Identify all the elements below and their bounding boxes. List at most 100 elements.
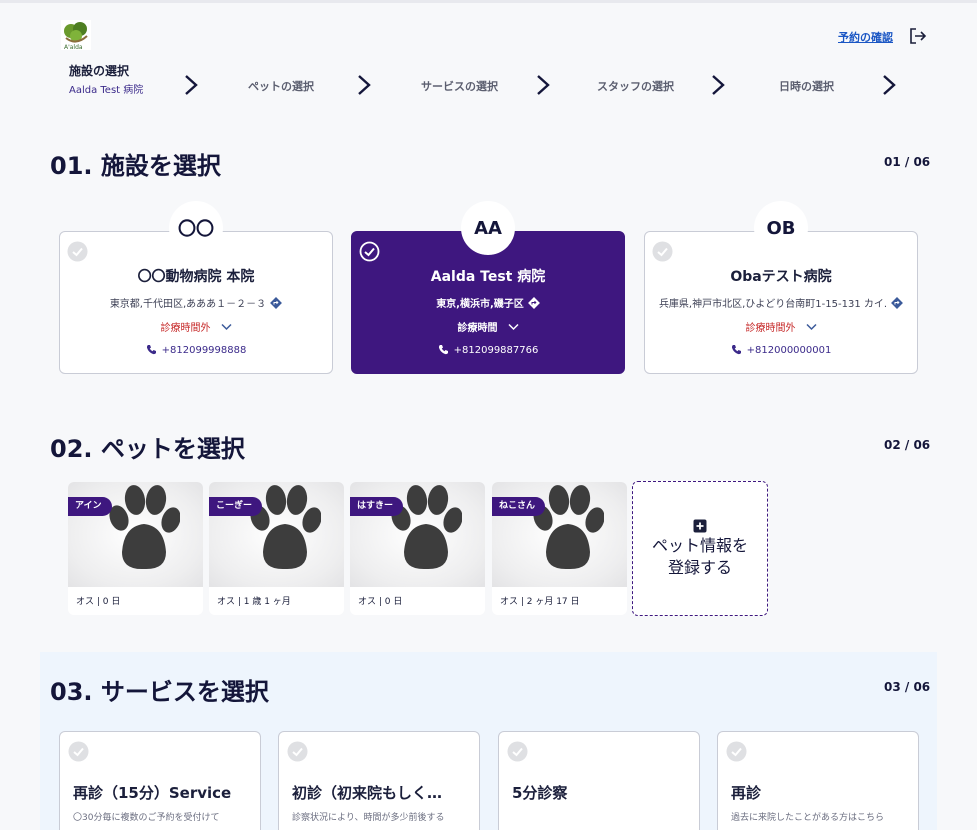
reservation-confirm-link[interactable]: 予約の確認 (838, 29, 893, 45)
clinic-name: Aalda Test 病院 (430, 269, 546, 285)
pet-info: オス | 0 日 (358, 597, 403, 607)
step-pet[interactable]: ペットの選択 (248, 78, 314, 123)
pet-photo: こーぎー (209, 482, 344, 587)
service-name: 5分診察 (512, 784, 568, 802)
step-datetime[interactable]: 日時の選択 (779, 78, 834, 123)
pet-info: オス | 0 日 (76, 597, 121, 607)
directions-icon[interactable] (891, 297, 903, 309)
step-service[interactable]: サービスの選択 (421, 78, 498, 123)
hours-status: 診療時間外 (745, 323, 796, 334)
paw-icon (391, 485, 462, 570)
section-counter: 03 / 06 (884, 680, 931, 694)
phone-icon (146, 345, 156, 355)
service-description: 〇30分毎に複数のご予約を受付けて (73, 813, 220, 823)
clinic-card-selected[interactable]: AA Aalda Test 病院 東京,横浜市,磯子区 診療時間 +812099… (351, 201, 625, 374)
clinic-address: 兵庫県,神戸市北区,ひよどり台南町1-15-131 カイ. (645, 295, 917, 310)
pet-photo: ねこさん (492, 482, 627, 587)
phone-number: +812099998888 (161, 345, 247, 356)
clinic-phone[interactable]: +812000000001 (645, 344, 917, 356)
clinic-phone[interactable]: +812099998888 (60, 344, 332, 356)
service-card[interactable]: 初診（初来院もしく… 診察状況により、時間が多少前後する (278, 731, 480, 830)
directions-icon[interactable] (527, 297, 540, 309)
service-card[interactable]: 再診 過去に来院したことがある方はこちら (717, 731, 919, 830)
paw-icon (109, 485, 180, 570)
pet-name-tag: はすきー (350, 497, 404, 516)
paw-icon (250, 485, 321, 570)
clinic-hours-toggle[interactable]: 診療時間外 (645, 319, 917, 334)
directions-icon[interactable] (270, 297, 283, 309)
clinic-phone[interactable]: +812099887766 (352, 344, 624, 356)
hours-status: 診療時間外 (160, 323, 211, 334)
check-circle-icon (68, 741, 89, 762)
service-name: 再診 (731, 784, 762, 802)
chevron-down-icon (220, 323, 232, 331)
phone-icon (438, 345, 448, 355)
pet-card[interactable]: こーぎー オス | 1 歳 1 ヶ月 (209, 482, 344, 615)
address-text: 東京都,千代田区,あああ１－２－３ (109, 299, 267, 310)
step-label: 日時の選択 (779, 80, 834, 93)
clinic-address: 東京都,千代田区,あああ１－２－３ (60, 295, 332, 310)
service-name: 再診（15分）Service (73, 784, 232, 802)
chevron-right-icon (185, 75, 198, 95)
service-card[interactable]: 再診（15分）Service 〇30分毎に複数のご予約を受付けて (59, 731, 261, 830)
pet-photo: アイン (68, 482, 203, 587)
section-title-pet: 02. ペットを選択 (50, 435, 245, 463)
hours-status: 診療時間 (457, 323, 498, 334)
check-circle-icon (726, 741, 747, 762)
pet-photo: はすきー (350, 482, 485, 587)
add-pet-button[interactable]: ペット情報を登録する (632, 481, 768, 616)
clinic-badge: 〇〇 (169, 201, 223, 255)
clinic-hours-toggle[interactable]: 診療時間 (352, 319, 624, 334)
address-text: 東京,横浜市,磯子区 (436, 299, 524, 310)
phone-number: +812099887766 (453, 345, 539, 356)
top-border (0, 0, 977, 3)
pet-card[interactable]: はすきー オス | 0 日 (350, 482, 485, 615)
chevron-right-icon (712, 75, 725, 95)
section-title-service: 03. サービスを選択 (50, 678, 269, 706)
clinic-card[interactable]: 〇〇 〇〇動物病院 本院 東京都,千代田区,あああ１－２－３ 診療時間外 +81… (59, 201, 333, 374)
step-label: サービスの選択 (421, 80, 498, 93)
address-text: 兵庫県,神戸市北区,ひよどり台南町1-15-131 カイ. (658, 299, 888, 310)
pet-info: オス | 1 歳 1 ヶ月 (217, 597, 291, 607)
section-counter: 02 / 06 (884, 438, 931, 452)
check-circle-icon (287, 741, 308, 762)
clinic-address: 東京,横浜市,磯子区 (352, 295, 624, 310)
service-description: 過去に来院したことがある方はこちら (731, 813, 885, 823)
chevron-right-icon (537, 75, 550, 95)
clinic-badge: OB (754, 201, 808, 255)
service-name: 初診（初来院もしく… (292, 784, 443, 802)
phone-number: +812000000001 (746, 345, 832, 356)
step-label: ペットの選択 (248, 80, 314, 93)
section-title-facility: 01. 施設を選択 (50, 152, 221, 180)
plus-square-icon (693, 519, 707, 532)
paw-icon (533, 485, 604, 570)
pet-card[interactable]: アイン オス | 0 日 (68, 482, 203, 615)
step-selected-value: Aalda Test 病院 (69, 85, 144, 96)
pet-name-tag: こーぎー (209, 497, 263, 516)
logo-text: A'alda (64, 44, 83, 51)
step-label: 施設の選択 (69, 64, 130, 78)
check-circle-icon (67, 241, 88, 262)
chevron-down-icon (507, 323, 519, 331)
logout-icon[interactable] (909, 27, 927, 45)
check-circle-icon (652, 241, 673, 262)
section-counter: 01 / 06 (884, 155, 931, 169)
clinic-name: 〇〇動物病院 本院 (137, 269, 255, 285)
service-card[interactable]: 5分診察 (498, 731, 700, 830)
step-navigation: 施設の選択 Aalda Test 病院 ペットの選択 サービスの選択 スタッフの… (0, 62, 977, 107)
clinic-name: Obaテスト病院 (730, 269, 832, 285)
clinic-badge: AA (461, 201, 515, 255)
phone-icon (731, 345, 741, 355)
check-circle-icon (359, 241, 380, 262)
chevron-right-icon (358, 75, 371, 95)
clinic-card[interactable]: OB Obaテスト病院 兵庫県,神戸市北区,ひよどり台南町1-15-131 カイ… (644, 201, 918, 374)
pet-card[interactable]: ねこさん オス | 2 ヶ月 17 日 (492, 482, 627, 615)
service-description: 診察状況により、時間が多少前後する (292, 813, 445, 823)
chevron-down-icon (805, 323, 817, 331)
pet-name-tag: アイン (68, 497, 112, 516)
check-circle-icon (507, 741, 528, 762)
pet-name-tag: ねこさん (492, 497, 546, 516)
clinic-hours-toggle[interactable]: 診療時間外 (60, 319, 332, 334)
step-facility[interactable]: 施設の選択 Aalda Test 病院 (69, 62, 143, 107)
step-staff[interactable]: スタッフの選択 (597, 78, 674, 123)
